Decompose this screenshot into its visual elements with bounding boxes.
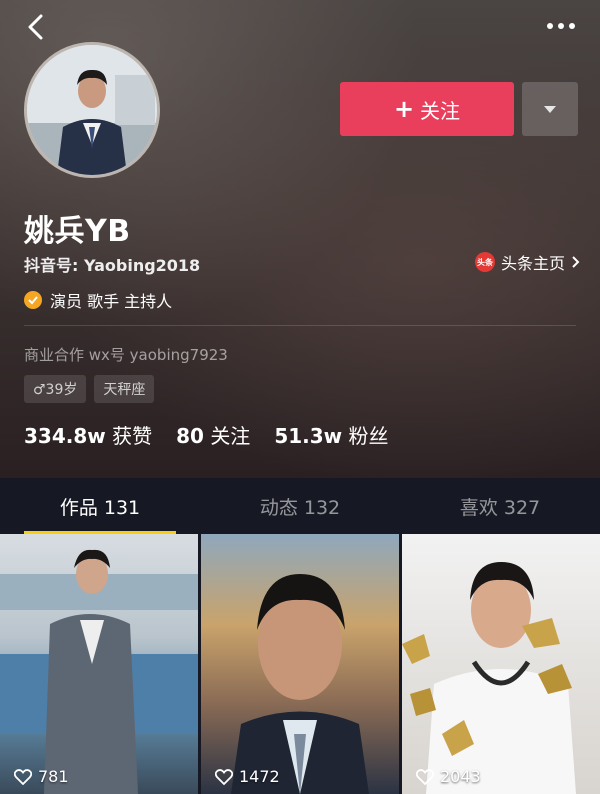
follow-label: 关注 [420, 98, 461, 123]
video-likes-count: 1472 [239, 767, 280, 786]
caret-down-icon [544, 106, 556, 113]
verified-info: 演员 歌手 主持人 [24, 288, 172, 312]
chevron-left-icon [28, 14, 43, 40]
video-thumbnail-image [0, 549, 198, 794]
video-thumbnail[interactable]: 2043 [402, 534, 600, 794]
fans-label: 粉丝 [348, 424, 389, 448]
heart-outline-icon [14, 768, 32, 785]
video-likes-count: 781 [38, 767, 69, 786]
profile-stats: 334.8w 获赞 80 关注 51.3w 粉丝 [24, 420, 389, 449]
plus-icon: + [393, 95, 415, 123]
fans-stat[interactable]: 51.3w 粉丝 [274, 420, 388, 449]
likes-label: 获赞 [112, 424, 153, 448]
following-count: 80 [176, 424, 204, 448]
video-thumbnail-image [231, 574, 369, 794]
toutiao-logo-icon: 头条 [474, 252, 495, 272]
video-likes-count: 2043 [440, 767, 481, 786]
tab-dynamics[interactable]: 动态 132 [200, 478, 400, 534]
profile-tags: ♂39岁 天秤座 [24, 375, 155, 403]
likes-count: 334.8w [24, 424, 106, 448]
more-button[interactable] [544, 14, 578, 38]
avatar-image [27, 45, 157, 175]
video-likes: 781 [14, 767, 69, 786]
video-likes: 2043 [416, 767, 481, 786]
video-grid: 781 1472 2043 [0, 534, 600, 794]
likes-stat[interactable]: 334.8w 获赞 [24, 420, 152, 449]
fans-count: 51.3w [274, 424, 343, 448]
zodiac-tag: 天秤座 [94, 375, 155, 403]
divider [24, 325, 576, 326]
avatar[interactable] [24, 42, 160, 178]
heart-outline-icon [215, 768, 233, 785]
video-thumbnail[interactable]: 781 [0, 534, 198, 794]
gender-age-tag: ♂39岁 [24, 375, 87, 403]
toutiao-link-label: 头条主页 [500, 254, 565, 273]
chevron-right-icon [572, 256, 580, 268]
video-likes: 1472 [215, 767, 280, 786]
more-dots-icon [547, 23, 575, 29]
back-button[interactable] [22, 12, 52, 42]
heart-outline-icon [416, 768, 434, 785]
check-badge-icon [24, 291, 42, 309]
business-contact: 商业合作 wx号 yaobing7923 [24, 346, 228, 364]
video-thumbnail[interactable]: 1472 [201, 534, 399, 794]
tab-likes[interactable]: 喜欢 327 [400, 478, 600, 534]
profile-name: 姚兵YB [24, 214, 131, 249]
following-label: 关注 [210, 424, 251, 448]
content-tabs: 作品 131 动态 132 喜欢 327 [0, 478, 600, 534]
follow-button[interactable]: + 关注 [340, 82, 514, 136]
following-stat[interactable]: 80 关注 [176, 420, 250, 449]
douyin-id: 抖音号: Yaobing2018 [24, 256, 201, 275]
verified-label: 演员 歌手 主持人 [50, 292, 173, 311]
tab-works[interactable]: 作品 131 [0, 478, 200, 534]
toutiao-homepage-link[interactable]: 头条 头条主页 [474, 250, 580, 274]
recommend-dropdown-button[interactable] [522, 82, 578, 136]
video-thumbnail-image [402, 562, 576, 794]
